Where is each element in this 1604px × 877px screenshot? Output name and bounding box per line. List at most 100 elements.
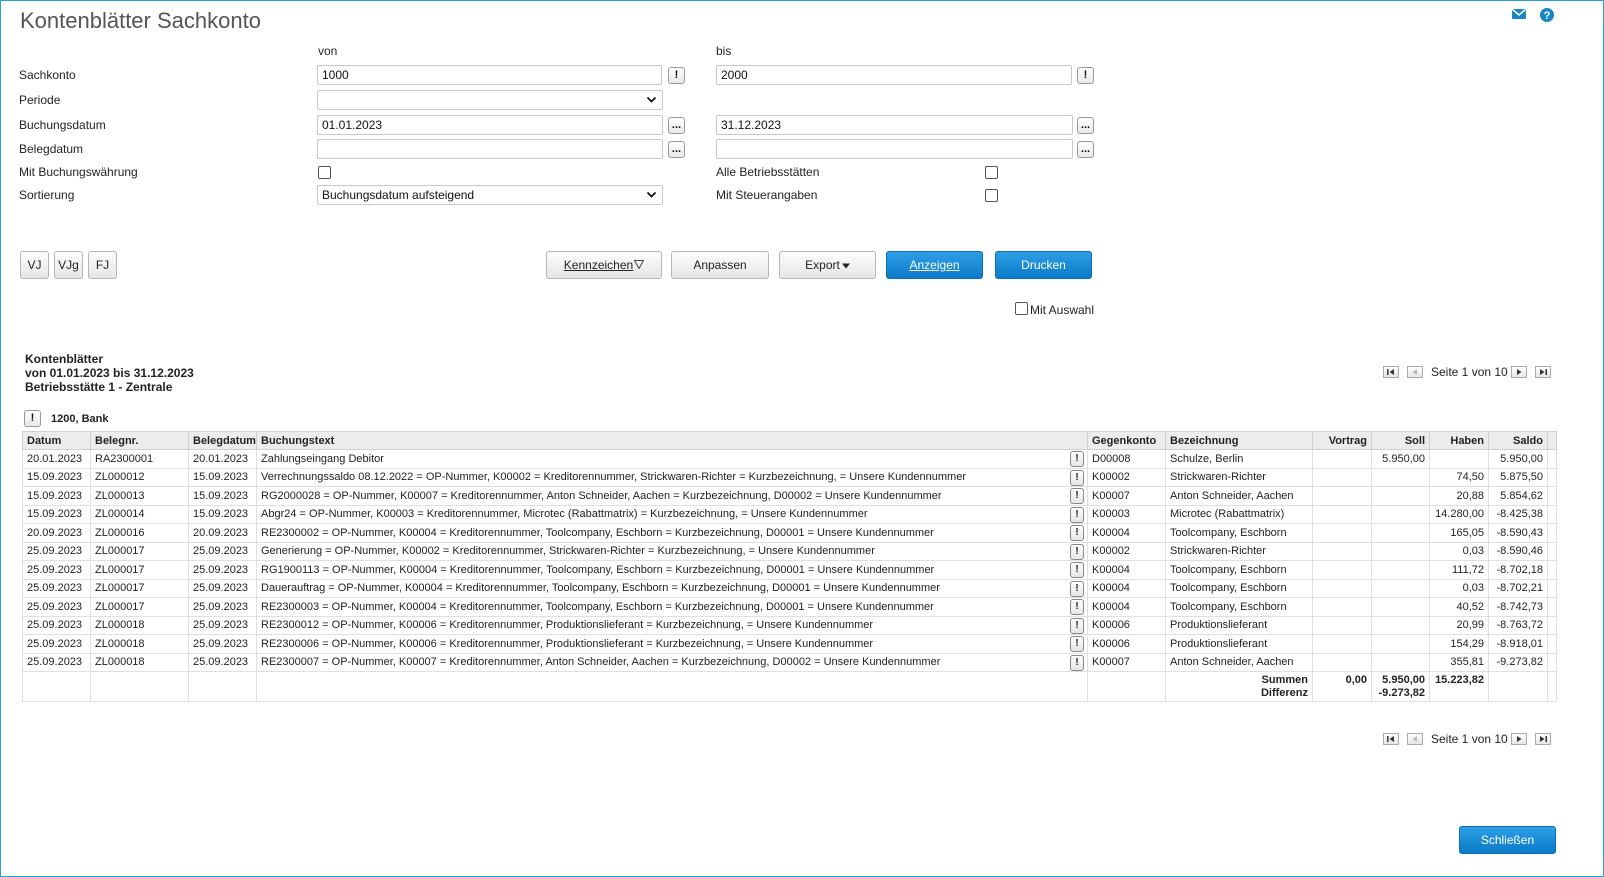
cell-spacer — [1547, 504, 1557, 524]
table-row[interactable]: 25.09.2023 ZL000018 25.09.2023 RE2300006 = … — [22, 634, 1557, 654]
row-info-button[interactable]: ! — [1070, 636, 1084, 652]
buchungsdatum-bis-input[interactable]: 31.12.2023 — [716, 115, 1073, 135]
sortierung-select[interactable]: Buchungsdatum aufsteigend — [317, 185, 663, 205]
table-row[interactable]: 20.01.2023 RA2300001 20.01.2023 Zahlungsein… — [22, 449, 1557, 469]
fj-button[interactable]: FJ — [88, 251, 117, 279]
header-buchungstext[interactable]: Buchungstext — [256, 431, 1088, 450]
belegdatum-von-input[interactable] — [317, 139, 663, 159]
table-row[interactable]: 15.09.2023 ZL000014 15.09.2023 Abgr24 = OP-… — [22, 504, 1557, 524]
buchungsdatum-bis-picker-button[interactable]: ... — [1077, 117, 1094, 134]
cell-gegenkonto-text: K00002 — [1092, 545, 1130, 558]
cell-soll — [1371, 634, 1430, 654]
cell-haben: 165,05 — [1429, 523, 1489, 543]
row-info-button[interactable]: ! — [1070, 506, 1084, 523]
belegdatum-von-picker-button[interactable]: ... — [668, 141, 685, 158]
mit-buchungswaehrung-checkbox[interactable] — [318, 166, 331, 179]
prev-page-button[interactable] — [1407, 366, 1423, 378]
header-haben[interactable]: Haben — [1429, 431, 1489, 450]
mit-auswahl-checkbox[interactable] — [1015, 302, 1028, 315]
row-info-button[interactable]: ! — [1070, 469, 1084, 486]
row-info-button[interactable]: ! — [1070, 617, 1084, 634]
vjg-button[interactable]: VJg — [54, 251, 83, 279]
table-row[interactable]: 25.09.2023 ZL000017 25.09.2023 RE2300003 = … — [22, 597, 1557, 617]
close-button[interactable]: Schließen — [1459, 826, 1556, 854]
anpassen-button[interactable]: Anpassen — [671, 251, 769, 279]
header-belegdatum[interactable]: Belegdatum — [188, 431, 257, 450]
vj-button[interactable]: VJ — [20, 251, 49, 279]
table-row[interactable]: 25.09.2023 ZL000018 25.09.2023 RE2300007 = … — [22, 652, 1557, 672]
cell-buchungstext: RE2300006 = OP-Nummer, K00006 = Kreditor… — [256, 634, 1088, 654]
buchungsdatum-von-picker-button[interactable]: ... — [668, 117, 685, 134]
periode-select[interactable] — [317, 90, 663, 110]
first-page-icon — [1387, 736, 1394, 742]
next-page-button[interactable] — [1511, 366, 1527, 378]
summen-haben: 15.223,82 — [1429, 671, 1489, 702]
cell-datum: 15.09.2023 — [22, 486, 91, 506]
row-info-button[interactable]: ! — [1070, 654, 1084, 671]
sachkonto-von-lookup-button[interactable]: ! — [668, 67, 685, 84]
mail-icon[interactable] — [1511, 7, 1527, 23]
cell-bezeichnung: Anton Schneider, Aachen — [1165, 652, 1313, 672]
cell-soll: 5.950,00 — [1371, 449, 1430, 469]
sachkonto-bis-input[interactable]: 2000 — [716, 65, 1072, 85]
table-row[interactable]: 25.09.2023 ZL000017 25.09.2023 Generierung … — [22, 541, 1557, 561]
last-page-icon — [1540, 369, 1547, 375]
cell-gegenkonto-text: K00007 — [1092, 489, 1130, 502]
account-info-button[interactable]: ! — [24, 410, 41, 427]
mit-steuerangaben-label: Mit Steuerangaben — [716, 188, 818, 202]
last-page-button[interactable] — [1535, 366, 1551, 378]
kennzeichen-button[interactable]: Kennzeichen — [546, 251, 662, 279]
table-header-row: Datum Belegnr. Belegdatum Buchungstext G… — [22, 431, 1557, 450]
cell-belegdatum: 15.09.2023 — [188, 467, 257, 487]
cell-buchungstext-text: Zahlungseingang Debitor — [261, 452, 384, 465]
cell-belegnr: ZL000012 — [90, 467, 189, 487]
cell-buchungstext-text: RG2000028 = OP-Nummer, K00007 = Kreditor… — [261, 489, 942, 502]
cell-soll — [1371, 467, 1430, 487]
header-soll[interactable]: Soll — [1371, 431, 1430, 450]
row-info-button[interactable]: ! — [1070, 580, 1084, 597]
table-row[interactable]: 25.09.2023 ZL000018 25.09.2023 RE2300012 = … — [22, 615, 1557, 635]
header-saldo[interactable]: Saldo — [1488, 431, 1548, 450]
row-info-button[interactable]: ! — [1070, 451, 1084, 467]
row-info-button[interactable]: ! — [1070, 488, 1084, 504]
header-bezeichnung[interactable]: Bezeichnung — [1165, 431, 1313, 450]
sachkonto-von-input[interactable]: 1000 — [317, 65, 662, 85]
cell-spacer — [1547, 467, 1557, 487]
cell-belegdatum: 25.09.2023 — [188, 615, 257, 635]
cell-saldo: -8.702,21 — [1488, 578, 1548, 598]
pager-label: Seite 1 von 10 — [1431, 732, 1508, 746]
cell-buchungstext-text: RE2300006 = OP-Nummer, K00006 = Kreditor… — [261, 637, 874, 650]
row-info-button[interactable]: ! — [1070, 562, 1084, 578]
table-row[interactable]: 20.09.2023 ZL000016 20.09.2023 RE2300002 = … — [22, 523, 1557, 543]
alle-betriebsstaetten-checkbox[interactable] — [985, 166, 998, 179]
next-page-button[interactable] — [1511, 733, 1527, 745]
help-icon[interactable]: ? — [1539, 7, 1555, 23]
drucken-button[interactable]: Drucken — [995, 251, 1092, 279]
cell-bezeichnung: Toolcompany, Eschborn — [1165, 597, 1313, 617]
buchungsdatum-von-input[interactable]: 01.01.2023 — [317, 115, 663, 135]
first-page-button[interactable] — [1383, 366, 1399, 378]
cell-buchungstext: RE2300003 = OP-Nummer, K00004 = Kreditor… — [256, 597, 1088, 617]
table-row[interactable]: 25.09.2023 ZL000017 25.09.2023 RG1900113 = … — [22, 560, 1557, 580]
last-page-button[interactable] — [1535, 733, 1551, 745]
anzeigen-button[interactable]: Anzeigen — [886, 251, 983, 279]
row-info-button[interactable]: ! — [1070, 599, 1084, 615]
belegdatum-bis-input[interactable] — [716, 139, 1073, 159]
header-vortrag[interactable]: Vortrag — [1312, 431, 1372, 450]
table-row[interactable]: 15.09.2023 ZL000012 15.09.2023 Verrechnungs… — [22, 467, 1557, 487]
prev-page-button[interactable] — [1407, 733, 1423, 745]
header-gegenkonto[interactable]: Gegenkonto — [1087, 431, 1166, 450]
cell-haben: 111,72 — [1429, 560, 1489, 580]
belegdatum-bis-picker-button[interactable]: ... — [1077, 141, 1094, 158]
first-page-button[interactable] — [1383, 733, 1399, 745]
row-info-button[interactable]: ! — [1070, 525, 1084, 541]
row-info-button[interactable]: ! — [1070, 543, 1084, 560]
header-datum[interactable]: Datum — [22, 431, 91, 450]
header-belegnr[interactable]: Belegnr. — [90, 431, 189, 450]
export-button[interactable]: Export — [779, 251, 876, 279]
mit-steuerangaben-checkbox[interactable] — [985, 189, 998, 202]
table-row[interactable]: 25.09.2023 ZL000017 25.09.2023 Dauerauftrag… — [22, 578, 1557, 598]
table-row[interactable]: 15.09.2023 ZL000013 15.09.2023 RG2000028 = … — [22, 486, 1557, 506]
cell-gegenkonto-text: K00006 — [1092, 619, 1130, 632]
sachkonto-bis-lookup-button[interactable]: ! — [1077, 67, 1094, 84]
